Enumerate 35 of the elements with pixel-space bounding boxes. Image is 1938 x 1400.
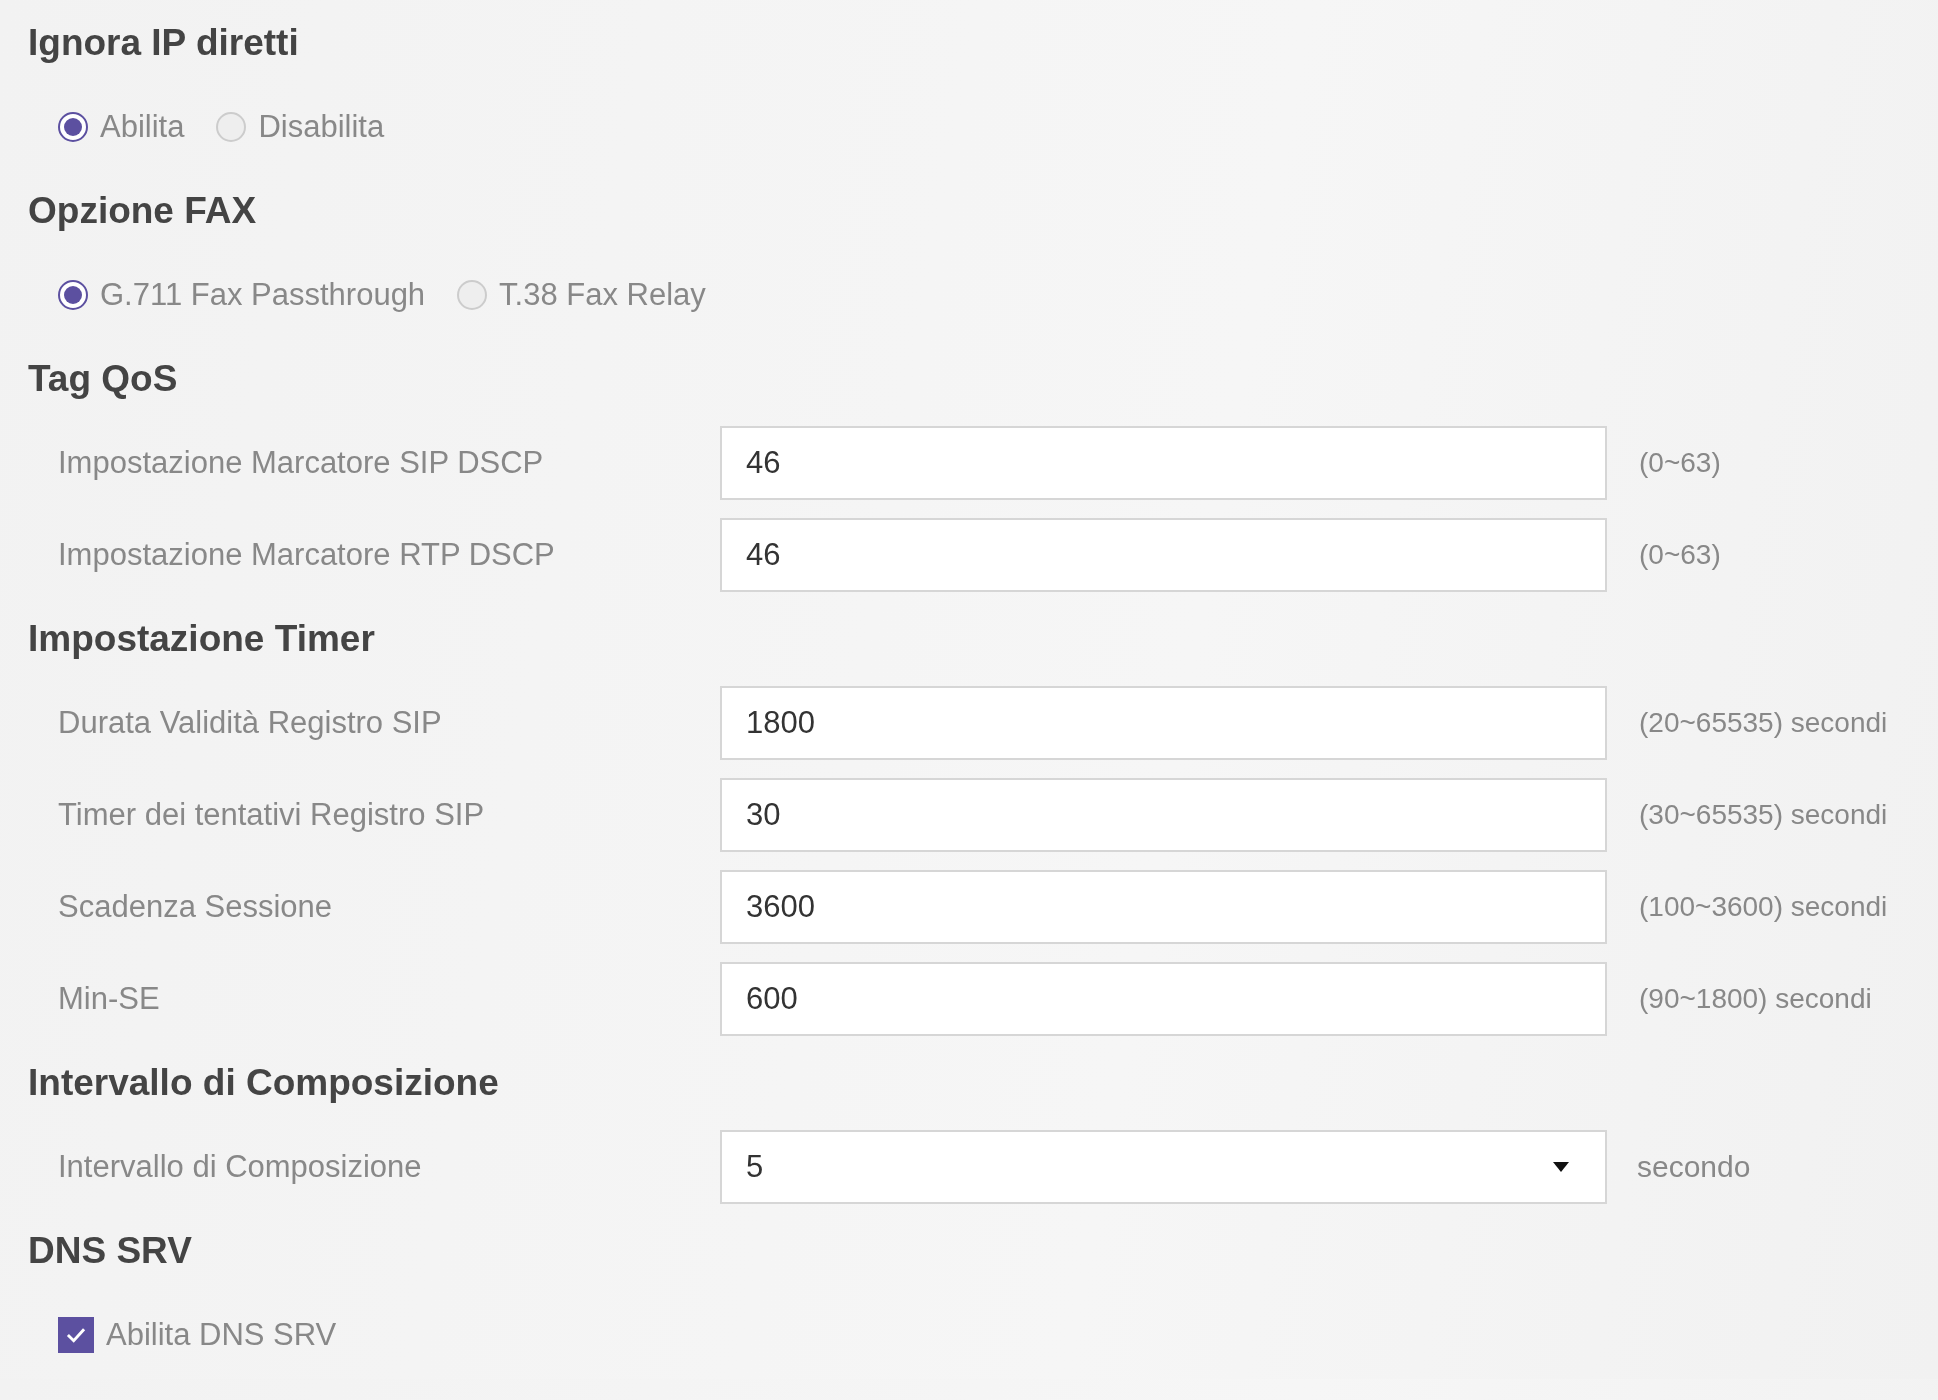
section-heading: Ignora IP diretti [28,21,300,65]
field-hint: (0~63) [1639,447,1721,479]
dropdown[interactable]: 5 [720,1130,1607,1204]
field-label: Durata Validità Registro SIP [58,705,443,741]
radio-label: T.38 Fax Relay [499,277,706,313]
input-field[interactable]: 1800 [720,686,1607,760]
section-heading: Intervallo di Composizione [28,1061,500,1105]
caret-icon [1553,1162,1569,1172]
field-label: Min-SE [58,981,161,1017]
radio-icon[interactable] [58,112,88,142]
field-label: Impostazione Marcatore SIP DSCP [58,445,545,481]
section-heading: Tag QoS [28,357,179,401]
input-field[interactable]: 46 [720,518,1607,592]
checkbox-icon[interactable] [58,1317,94,1353]
field-label: Timer dei tentativi Registro SIP [58,797,486,833]
radio-label: Abilita [100,109,185,145]
input-field[interactable]: 600 [720,962,1607,1036]
section-heading: Opzione FAX [28,189,258,233]
section-heading: Impostazione Timer [28,617,376,661]
field-hint: secondo [1637,1150,1751,1184]
input-field[interactable]: 30 [720,778,1607,852]
field-hint: (0~63) [1639,539,1721,571]
field-label: Scadenza Sessione [58,889,334,925]
field-hint: (90~1800) secondi [1639,983,1872,1015]
field-label: Intervallo di Composizione [58,1149,423,1185]
field-hint: (100~3600) secondi [1639,891,1888,923]
field-hint: (30~65535) secondi [1639,799,1888,831]
section-heading: DNS SRV [28,1229,193,1273]
input-field[interactable]: 46 [720,426,1607,500]
field-hint: (20~65535) secondi [1639,707,1888,739]
radio-icon[interactable] [58,280,88,310]
input-field[interactable]: 3600 [720,870,1607,944]
radio-label: Disabilita [258,109,385,145]
field-label: Impostazione Marcatore RTP DSCP [58,537,556,573]
checkbox-label: Abilita DNS SRV [106,1317,337,1353]
